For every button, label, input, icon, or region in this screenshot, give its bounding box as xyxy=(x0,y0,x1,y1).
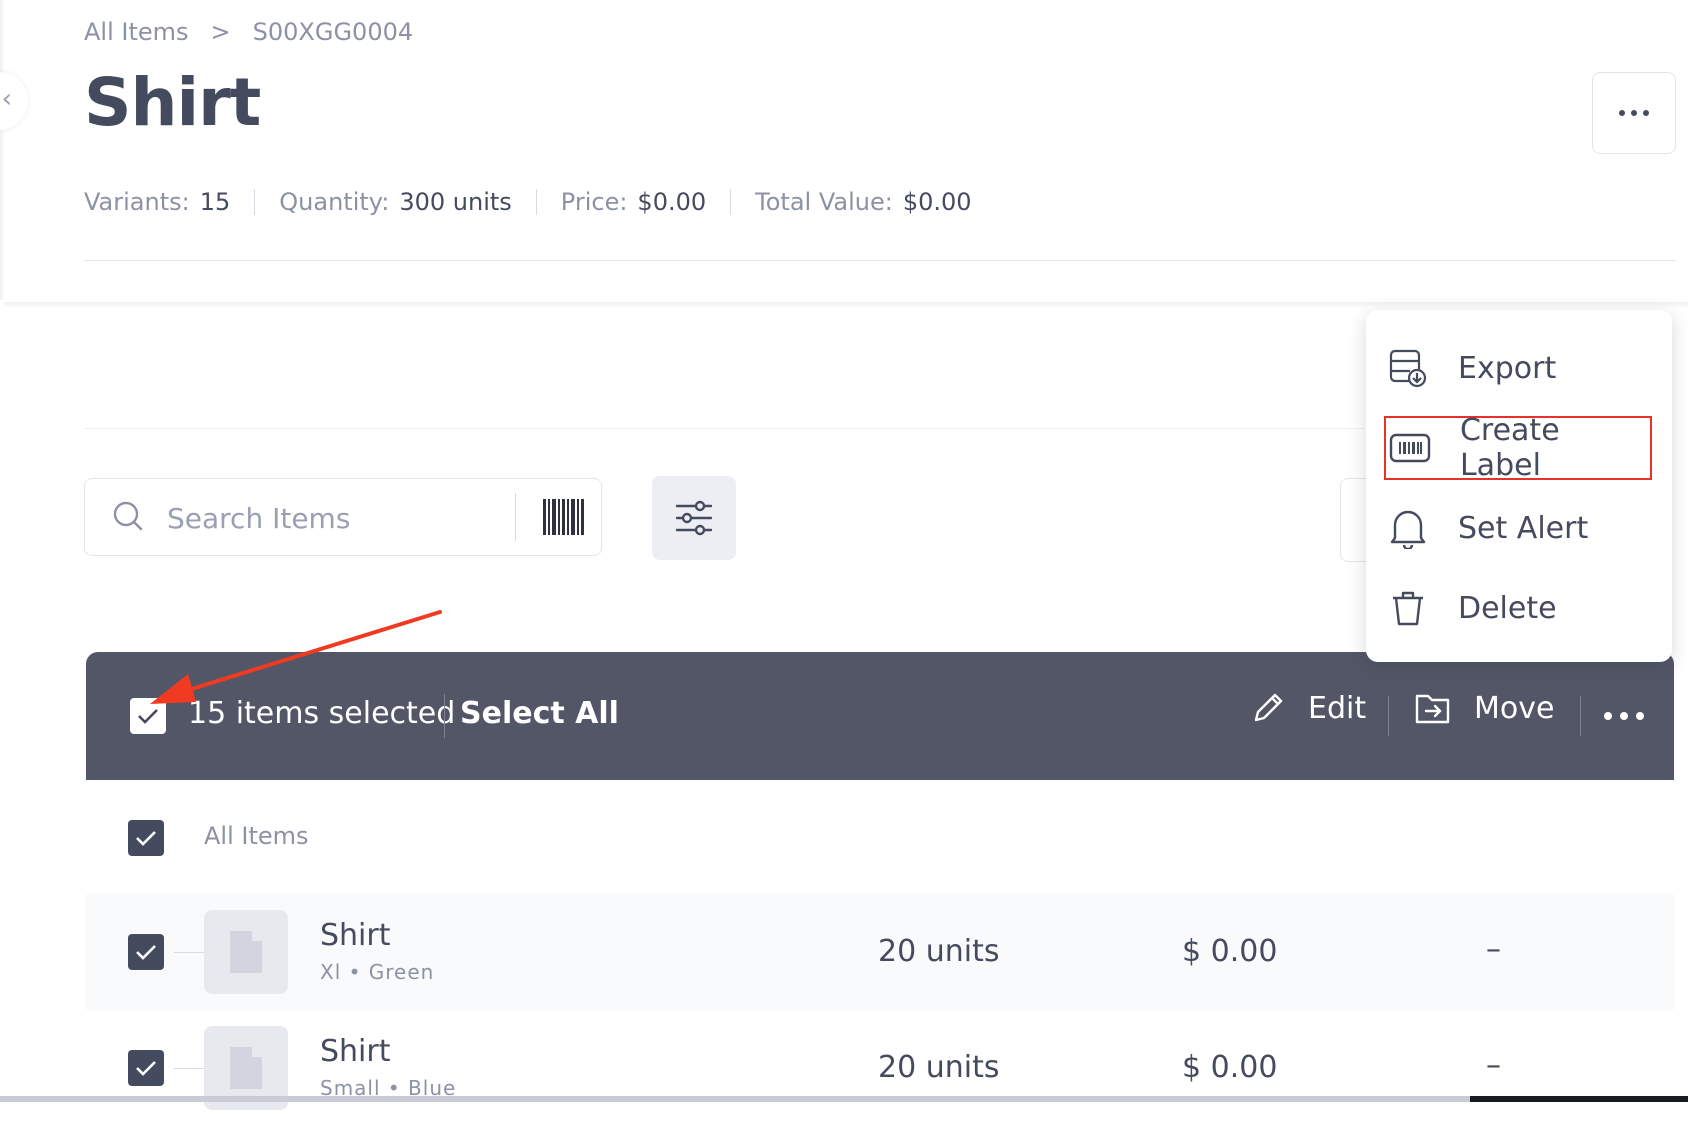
more-dots-icon xyxy=(1619,110,1625,116)
item-thumbnail xyxy=(204,910,288,994)
edit-button[interactable]: Edit xyxy=(1250,690,1366,726)
menu-item-label: Delete xyxy=(1458,590,1557,626)
row-checkbox[interactable] xyxy=(128,1050,164,1086)
item-quantity: 20 units xyxy=(878,934,1000,969)
checkmark-icon xyxy=(136,1061,156,1076)
quantity-value: 300 units xyxy=(399,188,512,216)
stat-divider xyxy=(254,189,256,215)
price-label: Price: xyxy=(560,188,628,216)
item-stats: Variants: 15 Quantity: 300 units Price: … xyxy=(84,188,972,216)
sliders-icon xyxy=(675,500,713,536)
breadcrumb: All Items > S00XGG0004 xyxy=(84,18,413,46)
tree-connector xyxy=(174,1068,204,1069)
move-label: Move xyxy=(1474,690,1555,726)
item-price: $ 0.00 xyxy=(1182,1050,1278,1085)
menu-item-label: Set Alert xyxy=(1458,510,1589,546)
action-divider xyxy=(1388,696,1389,736)
barcode-scan-icon[interactable] xyxy=(543,499,584,535)
select-all-button[interactable]: Select All xyxy=(460,696,619,731)
item-extra: – xyxy=(1486,932,1501,967)
search-box xyxy=(84,478,602,556)
quantity-label: Quantity: xyxy=(279,188,390,216)
table-row[interactable]: Shirt Small • Blue 20 units $ 0.00 – xyxy=(86,1010,1674,1126)
trash-icon xyxy=(1386,586,1430,630)
more-options-button[interactable] xyxy=(1592,72,1676,154)
item-name[interactable]: Shirt xyxy=(320,918,391,953)
search-icon xyxy=(113,501,143,531)
item-quantity: 20 units xyxy=(878,1050,1000,1085)
stat-divider xyxy=(535,189,537,215)
checkmark-icon xyxy=(136,945,156,960)
menu-item-set-alert[interactable]: Set Alert xyxy=(1384,496,1652,560)
group-checkbox[interactable] xyxy=(128,820,164,856)
more-dots-icon xyxy=(1604,712,1612,720)
breadcrumb-current: S00XGG0004 xyxy=(252,18,414,46)
page-title: Shirt xyxy=(84,64,261,141)
window-bottom-edge xyxy=(0,1096,1688,1102)
item-name[interactable]: Shirt xyxy=(320,1034,391,1069)
stat-divider xyxy=(730,189,732,215)
bell-icon xyxy=(1386,506,1430,550)
table-row[interactable]: Shirt Xl • Green 20 units $ 0.00 – xyxy=(86,894,1674,1010)
file-icon xyxy=(230,1047,262,1089)
tree-connector xyxy=(174,952,204,953)
export-icon xyxy=(1386,346,1430,390)
menu-item-label: Create Label xyxy=(1459,413,1560,483)
left-edge-shadow xyxy=(0,0,5,300)
move-folder-icon xyxy=(1415,694,1450,724)
menu-item-export[interactable]: Export xyxy=(1384,336,1652,400)
item-extra: – xyxy=(1486,1048,1501,1083)
edit-label: Edit xyxy=(1308,690,1367,726)
annotation-arrow xyxy=(150,610,442,704)
action-divider xyxy=(1580,696,1581,736)
breadcrumb-root-link[interactable]: All Items xyxy=(84,18,189,46)
search-input[interactable] xyxy=(165,495,589,541)
menu-item-label: Export xyxy=(1458,350,1557,386)
pencil-icon xyxy=(1254,693,1283,722)
more-options-menu: Export Create Label Set Alert Delete xyxy=(1366,310,1672,662)
checkmark-icon xyxy=(136,831,156,846)
section-band xyxy=(4,302,1688,308)
header-divider xyxy=(84,260,1676,261)
more-actions-button[interactable] xyxy=(1604,712,1644,720)
breadcrumb-separator: > xyxy=(210,18,231,46)
variants-label: Variants: xyxy=(84,188,190,216)
filter-button[interactable] xyxy=(652,476,736,560)
total-value-value: $0.00 xyxy=(902,188,972,216)
price-value: $0.00 xyxy=(637,188,707,216)
item-variant: Xl • Green xyxy=(320,960,435,984)
barcode-label-icon xyxy=(1388,426,1432,470)
group-header-row: All Items xyxy=(86,780,1674,894)
chevron-left-icon: ‹ xyxy=(1,84,12,114)
collapse-sidebar-button[interactable]: ‹ xyxy=(0,72,28,130)
menu-item-create-label[interactable]: Create Label xyxy=(1384,413,1652,483)
move-button[interactable]: Move xyxy=(1414,690,1554,726)
group-label: All Items xyxy=(204,822,309,850)
item-price: $ 0.00 xyxy=(1182,934,1278,969)
toolbar-divider xyxy=(84,428,1364,429)
search-divider xyxy=(515,493,516,541)
window-bottom-edge-dark xyxy=(1470,1096,1688,1102)
menu-item-delete[interactable]: Delete xyxy=(1384,576,1652,640)
total-value-label: Total Value: xyxy=(755,188,893,216)
items-table: All Items Shirt Xl • Green 20 units $ 0.… xyxy=(86,780,1674,1110)
file-icon xyxy=(230,931,262,973)
variants-value: 15 xyxy=(199,188,231,216)
row-checkbox[interactable] xyxy=(128,934,164,970)
